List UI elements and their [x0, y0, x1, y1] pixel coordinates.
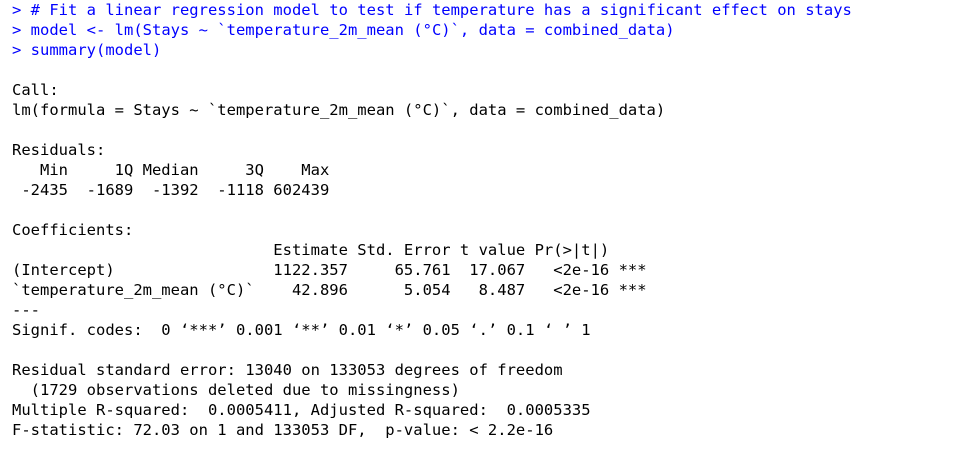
console-input-line: > # Fit a linear regression model to tes… — [12, 0, 973, 20]
missingness-note: (1729 observations deleted due to missin… — [12, 381, 460, 399]
residual-standard-error: Residual standard error: 13040 on 133053… — [12, 361, 563, 379]
console-prompt: > — [12, 1, 31, 19]
call-header: Call: — [12, 81, 59, 99]
residuals-labels: Min 1Q Median 3Q Max — [12, 161, 339, 179]
console-code: summary(model) — [30, 41, 162, 59]
f-statistic: F-statistic: 72.03 on 1 and 133053 DF, p… — [12, 421, 554, 439]
r-console[interactable]: > # Fit a linear regression model to tes… — [0, 0, 973, 461]
console-input-line: > model <- lm(Stays ~ `temperature_2m_me… — [12, 20, 973, 40]
console-input-line: > summary(model) — [12, 40, 973, 60]
console-code: # Fit a linear regression model to test … — [30, 1, 852, 19]
separator: --- — [12, 301, 40, 319]
console-prompt: > — [12, 21, 31, 39]
signif-codes: Signif. codes: 0 ‘***’ 0.001 ‘**’ 0.01 ‘… — [12, 321, 591, 339]
coefficients-row-temperature: `temperature_2m_mean (°C)` 42.896 5.054 … — [12, 281, 647, 299]
coefficients-column-header: Estimate Std. Error t value Pr(>|t|) — [12, 241, 647, 259]
r-squared: Multiple R-squared: 0.0005411, Adjusted … — [12, 401, 600, 419]
coefficients-header: Coefficients: — [12, 221, 134, 239]
call-formula: lm(formula = Stays ~ `temperature_2m_mea… — [12, 101, 666, 119]
residuals-header: Residuals: — [12, 141, 106, 159]
coefficients-row-intercept: (Intercept) 1122.357 65.761 17.067 <2e-1… — [12, 261, 647, 279]
residuals-values: -2435 -1689 -1392 -1118 602439 — [12, 181, 339, 199]
console-prompt: > — [12, 41, 31, 59]
console-code: model <- lm(Stays ~ `temperature_2m_mean… — [30, 21, 675, 39]
